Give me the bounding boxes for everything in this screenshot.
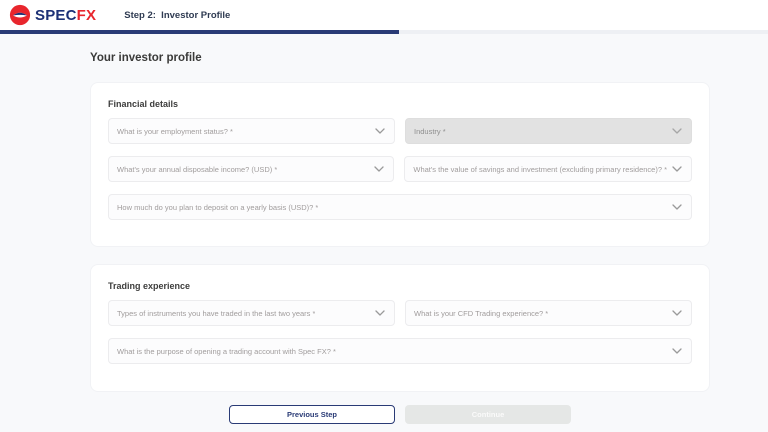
- dropdown-placeholder: Industry *: [414, 127, 446, 136]
- dropdown-placeholder: What's the value of savings and investme…: [413, 165, 667, 174]
- specfx-logo: SPECFX: [9, 4, 96, 26]
- chevron-down-icon: [672, 348, 682, 354]
- dropdown-placeholder: How much do you plan to deposit on a yea…: [117, 203, 318, 212]
- continue-button: Continue: [405, 405, 571, 424]
- chevron-down-icon: [374, 166, 384, 172]
- dropdown-placeholder: Types of instruments you have traded in …: [117, 309, 315, 318]
- dropdown-annual-disposable-income[interactable]: What's your annual disposable income? (U…: [108, 156, 394, 182]
- form-navigation: Previous Step Continue: [90, 405, 710, 424]
- step-title: Step 2: Investor Profile: [124, 10, 230, 21]
- chevron-down-icon: [672, 128, 682, 134]
- trading-experience-card: Trading experience Types of instruments …: [90, 264, 710, 392]
- dropdown-placeholder: What is your CFD Trading experience? *: [414, 309, 548, 318]
- previous-step-button[interactable]: Previous Step: [229, 405, 395, 424]
- dropdown-placeholder: What's your annual disposable income? (U…: [117, 165, 277, 174]
- dropdown-placeholder: What is your employment status? *: [117, 127, 233, 136]
- logo-text-spec: SPEC: [35, 7, 77, 24]
- dropdown-savings-investment-value[interactable]: What's the value of savings and investme…: [404, 156, 692, 182]
- chevron-down-icon: [672, 310, 682, 316]
- main-content: Your investor profile Financial details …: [0, 34, 768, 424]
- chevron-down-icon: [375, 310, 385, 316]
- chevron-down-icon: [672, 204, 682, 210]
- financial-details-card: Financial details What is your employmen…: [90, 82, 710, 247]
- chevron-down-icon: [672, 166, 682, 172]
- dropdown-instrument-types[interactable]: Types of instruments you have traded in …: [108, 300, 395, 326]
- dropdown-cfd-trading-experience[interactable]: What is your CFD Trading experience? *: [405, 300, 692, 326]
- app-header: SPECFX Step 2: Investor Profile: [0, 0, 768, 30]
- chevron-down-icon: [375, 128, 385, 134]
- dropdown-employment-status[interactable]: What is your employment status? *: [108, 118, 395, 144]
- logo-text-fx: FX: [77, 7, 97, 24]
- page-title: Your investor profile: [90, 52, 710, 64]
- logo-wordmark: SPECFX: [35, 7, 96, 24]
- dropdown-placeholder: What is the purpose of opening a trading…: [117, 347, 336, 356]
- section-title-trading-experience: Trading experience: [108, 281, 692, 291]
- specfx-fish-circle-icon: [9, 4, 31, 26]
- dropdown-yearly-deposit-plan[interactable]: How much do you plan to deposit on a yea…: [108, 194, 692, 220]
- section-title-financial-details: Financial details: [108, 99, 692, 109]
- dropdown-industry: Industry *: [405, 118, 692, 144]
- dropdown-account-purpose[interactable]: What is the purpose of opening a trading…: [108, 338, 692, 364]
